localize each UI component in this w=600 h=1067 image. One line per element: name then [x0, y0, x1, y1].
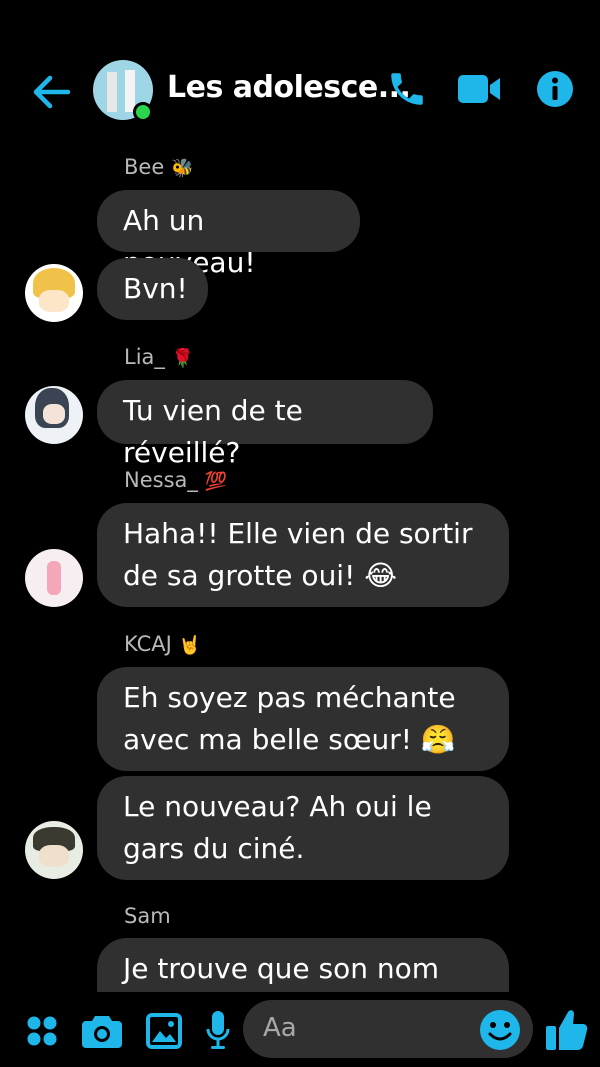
avatar-bee[interactable]: [25, 264, 83, 322]
image-icon[interactable]: [146, 1013, 182, 1049]
sender-name: Bee 🐝: [124, 155, 194, 179]
message-bubble[interactable]: Tu vien de te réveillé?: [97, 380, 433, 469]
arrow-left-icon[interactable]: [30, 72, 74, 112]
message-bubble[interactable]: Haha!! Elle vien de sortir de sa grotte …: [97, 503, 509, 607]
sender-name: Sam: [124, 904, 171, 928]
message-bubble[interactable]: Ah un nouveau!: [97, 190, 360, 279]
grid-icon[interactable]: [26, 1015, 58, 1047]
message-bubble[interactable]: Eh soyez pas méchante avec ma belle sœur…: [97, 667, 509, 771]
sender-name: Nessa_ 💯: [124, 468, 227, 492]
conversation-title[interactable]: Les adolesce...: [167, 70, 411, 105]
avatar-nessa[interactable]: [25, 549, 83, 607]
message-bubble[interactable]: Bvn!: [97, 258, 208, 320]
sender-name: KCAJ 🤘: [124, 632, 201, 656]
sender-emoji: 🌹: [171, 348, 195, 369]
emoji-icon[interactable]: [479, 1009, 521, 1051]
message-bubble[interactable]: Le nouveau? Ah oui le gars du ciné.: [97, 776, 509, 880]
sender-name: Lia_ 🌹: [124, 345, 195, 369]
video-camera-icon[interactable]: [458, 72, 502, 106]
thumbs-up-icon[interactable]: [546, 1008, 588, 1052]
sender-emoji: 🤘: [178, 635, 201, 656]
avatar-kcaj[interactable]: [25, 821, 83, 879]
sender-emoji: 🐝: [170, 158, 194, 179]
online-status-indicator: [133, 102, 153, 122]
camera-icon[interactable]: [82, 1014, 122, 1048]
avatar-lia[interactable]: [25, 386, 83, 444]
message-input-placeholder: Aa: [263, 1013, 297, 1043]
phone-icon[interactable]: [386, 68, 428, 110]
sender-emoji: 💯: [204, 471, 227, 492]
info-icon[interactable]: [536, 70, 574, 108]
microphone-icon[interactable]: [206, 1011, 230, 1051]
